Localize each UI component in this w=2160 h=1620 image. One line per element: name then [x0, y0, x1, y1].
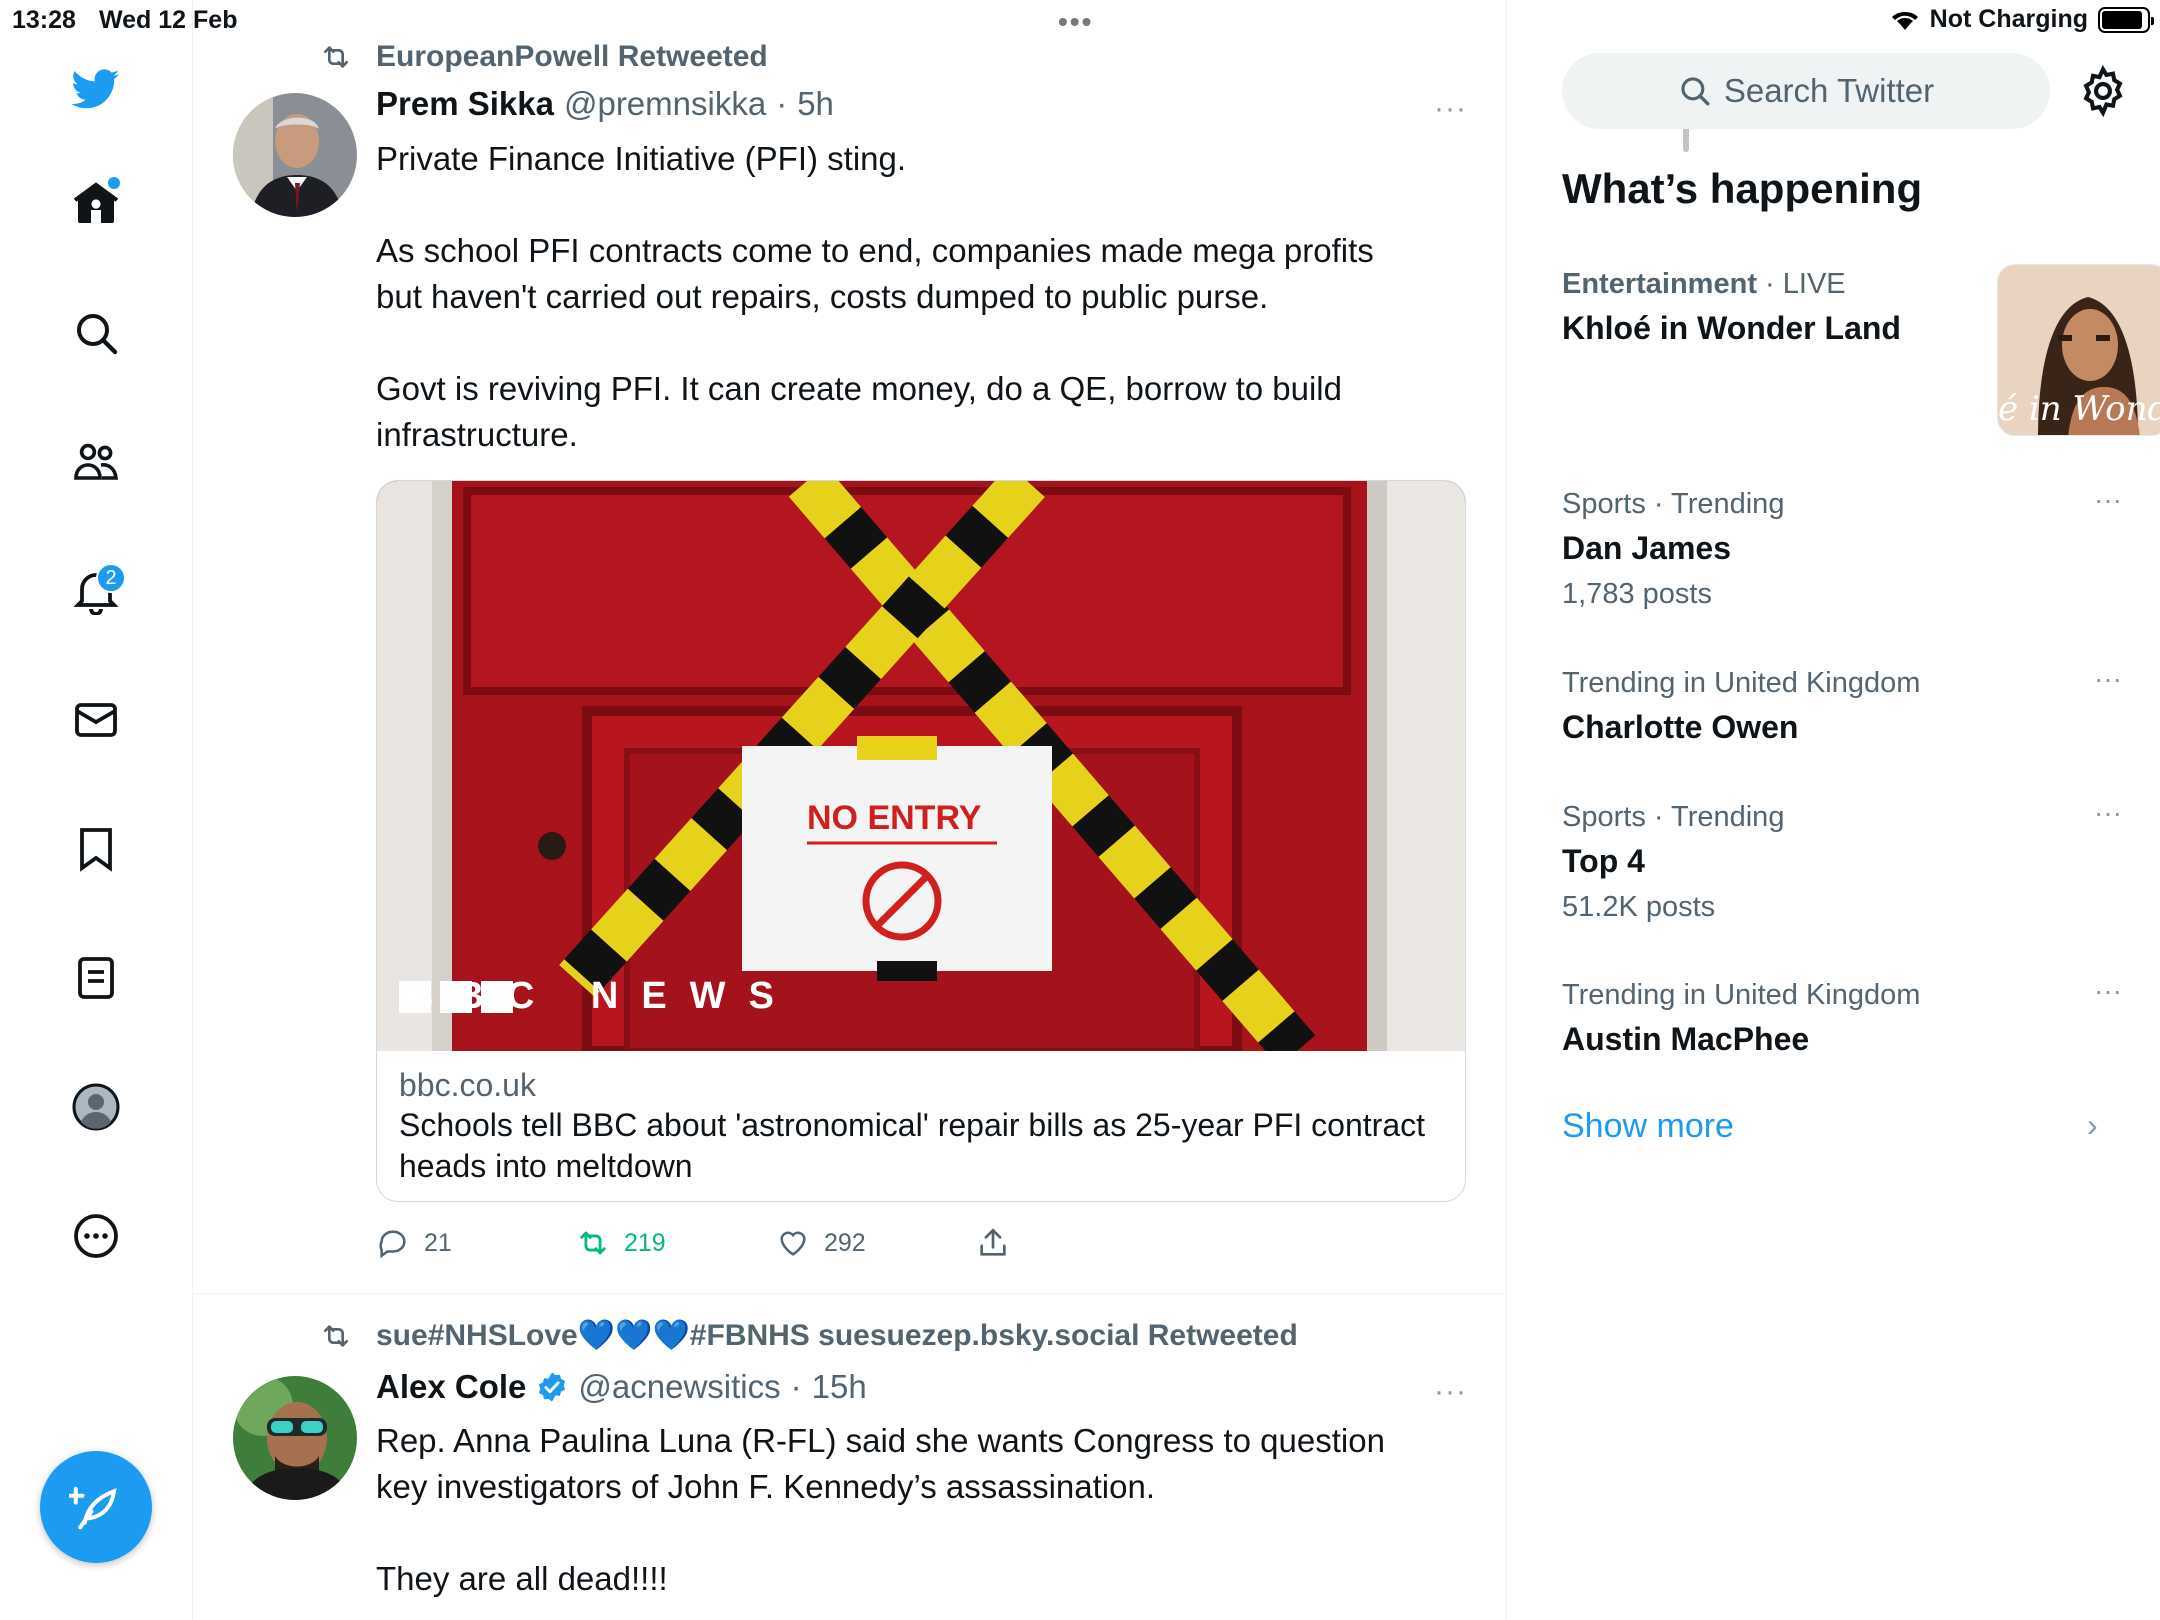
- author-avatar[interactable]: [233, 1376, 357, 1500]
- retweet-icon: [580, 1231, 606, 1255]
- trend-name: Austin MacPhee: [1562, 1021, 1810, 1057]
- compose-feather-icon: [69, 1486, 117, 1530]
- tweet-more-options-icon[interactable]: ···: [1434, 92, 1467, 126]
- tweet-more-options-icon[interactable]: ···: [1434, 1375, 1467, 1409]
- trend-item[interactable]: Entertainment · LIVE Khloé in Wonder Lan…: [1562, 264, 2160, 436]
- retweeted-by-label: EuropeanPowell Retweeted: [376, 40, 768, 73]
- bookmarks-icon[interactable]: [64, 817, 128, 881]
- retweet-button[interactable]: 219: [576, 1226, 776, 1260]
- tweet-header: Prem Sikka @premnsikka · 5h: [376, 85, 834, 123]
- author-name[interactable]: Prem Sikka: [376, 85, 554, 123]
- tweet-header: Alex Cole @acnewsitics · 15h: [376, 1368, 867, 1406]
- search-icon[interactable]: [64, 301, 128, 365]
- trend-more-options-icon[interactable]: ···: [2094, 484, 2122, 516]
- tweet-actions: 21 219 292: [376, 1226, 1010, 1260]
- trend-context: LIVE: [1782, 268, 1846, 300]
- reply-icon: [379, 1230, 406, 1259]
- trend-item[interactable]: Trending in United Kingdom Austin MacPhe…: [1562, 975, 2122, 1063]
- whats-happening-title: What’s happening: [1562, 165, 1923, 212]
- trend-count: 1,783 posts: [1562, 578, 1712, 610]
- trend-item[interactable]: Trending in United Kingdom Charlotte Owe…: [1562, 663, 2122, 751]
- trend-more-options-icon[interactable]: ···: [2094, 663, 2122, 695]
- compose-tweet-button[interactable]: [40, 1451, 152, 1563]
- right-sidebar: Search Twitter What’s happening Entertai…: [1507, 0, 2160, 1620]
- retweet-context[interactable]: EuropeanPowell Retweeted: [316, 40, 768, 74]
- heart-icon: [780, 1231, 806, 1256]
- retweet-icon: [324, 46, 348, 68]
- settings-gear-icon[interactable]: [2077, 65, 2129, 117]
- home-unread-dot: [108, 177, 120, 189]
- messages-envelope-icon[interactable]: [64, 688, 128, 752]
- trend-more-options-icon[interactable]: ···: [2094, 975, 2122, 1007]
- timeline[interactable]: EuropeanPowell Retweeted Prem Sikka @pre…: [193, 0, 1689, 1620]
- reply-count: 21: [424, 1228, 452, 1257]
- author-name[interactable]: Alex Cole: [376, 1368, 526, 1406]
- card-image-sign-text: NO ENTRY: [807, 799, 982, 837]
- card-body: bbc.co.uk Schools tell BBC about 'astron…: [377, 1051, 1465, 1201]
- author-avatar[interactable]: [233, 93, 357, 217]
- retweet-count: 219: [624, 1228, 666, 1257]
- separator-dot: ·: [776, 85, 788, 122]
- chevron-right-icon[interactable]: ›: [2087, 1107, 2098, 1144]
- communities-icon[interactable]: [64, 430, 128, 494]
- verified-badge-icon: [539, 1372, 566, 1402]
- search-placeholder: Search Twitter: [1723, 72, 1935, 109]
- trend-name: Top 4: [1562, 843, 1645, 879]
- lists-icon[interactable]: [64, 946, 128, 1010]
- like-count: 292: [824, 1228, 866, 1257]
- trend-name: Charlotte Owen: [1562, 709, 1799, 745]
- tweet-text: Private Finance Initiative (PFI) sting. …: [376, 140, 1374, 453]
- trend-item[interactable]: Sports · Trending Top 4 51.2K posts ···: [1562, 797, 2122, 929]
- trend-more-options-icon[interactable]: ···: [2094, 797, 2122, 829]
- trend-category: Trending in United Kingdom: [1562, 667, 1921, 699]
- show-more-link[interactable]: Show more: [1562, 1107, 1734, 1146]
- trend-category: Sports · Trending: [1562, 488, 1785, 520]
- card-image: NO ENTRY BBC NEWS: [377, 481, 1465, 1051]
- search-icon: [1681, 77, 1710, 106]
- like-button[interactable]: 292: [776, 1226, 976, 1260]
- search-box[interactable]: Search Twitter: [1562, 53, 2050, 129]
- author-handle[interactable]: @acnewsitics: [578, 1368, 780, 1406]
- author-handle[interactable]: @premnsikka: [564, 85, 766, 123]
- trend-category: Trending in United Kingdom: [1562, 979, 1921, 1011]
- trend-image-text: é in Wonder l: [1998, 389, 2160, 429]
- retweet-context[interactable]: sue#NHSLove💙💙💙#FBNHS suesuezep.bsky.soci…: [316, 1318, 1298, 1353]
- share-icon: [980, 1228, 1006, 1256]
- home-icon[interactable]: [64, 171, 128, 235]
- reply-button[interactable]: 21: [376, 1226, 576, 1260]
- twitter-logo-icon[interactable]: [64, 57, 128, 121]
- trend-count: 51.2K posts: [1562, 891, 1716, 923]
- tweet-text: Rep. Anna Paulina Luna (R-FL) said she w…: [376, 1422, 1385, 1597]
- link-preview-card[interactable]: NO ENTRY BBC NEWS bbc.co.uk Schools tell…: [376, 480, 1466, 1202]
- trend-name: Dan James: [1562, 530, 1731, 566]
- retweeted-by-label: sue#NHSLove💙💙💙#FBNHS suesuezep.bsky.soci…: [376, 1319, 1298, 1352]
- retweet-icon: [324, 1324, 348, 1347]
- tweet-divider: [193, 1293, 1507, 1294]
- notifications-badge: 2: [96, 563, 126, 593]
- notifications-bell-icon[interactable]: 2: [64, 559, 128, 623]
- tweet-time[interactable]: 15h: [812, 1368, 867, 1406]
- card-image-logo-text: BBC NEWS: [406, 975, 797, 1017]
- separator-dot: ·: [790, 1368, 802, 1405]
- trend-category: Entertainment: [1562, 268, 1757, 300]
- trend-image: é in Wonder l: [1997, 264, 2160, 436]
- more-circle-icon[interactable]: [64, 1204, 128, 1268]
- share-button[interactable]: [976, 1226, 1010, 1260]
- tweet-time[interactable]: 5h: [797, 85, 834, 123]
- card-title: Schools tell BBC about 'astronomical' re…: [399, 1107, 1425, 1184]
- card-domain: bbc.co.uk: [399, 1067, 536, 1103]
- left-nav: 2: [0, 0, 193, 1620]
- trend-category: Sports · Trending: [1562, 801, 1785, 833]
- trend-item[interactable]: Sports · Trending Dan James 1,783 posts …: [1562, 484, 2122, 616]
- profile-avatar-icon[interactable]: [64, 1075, 128, 1139]
